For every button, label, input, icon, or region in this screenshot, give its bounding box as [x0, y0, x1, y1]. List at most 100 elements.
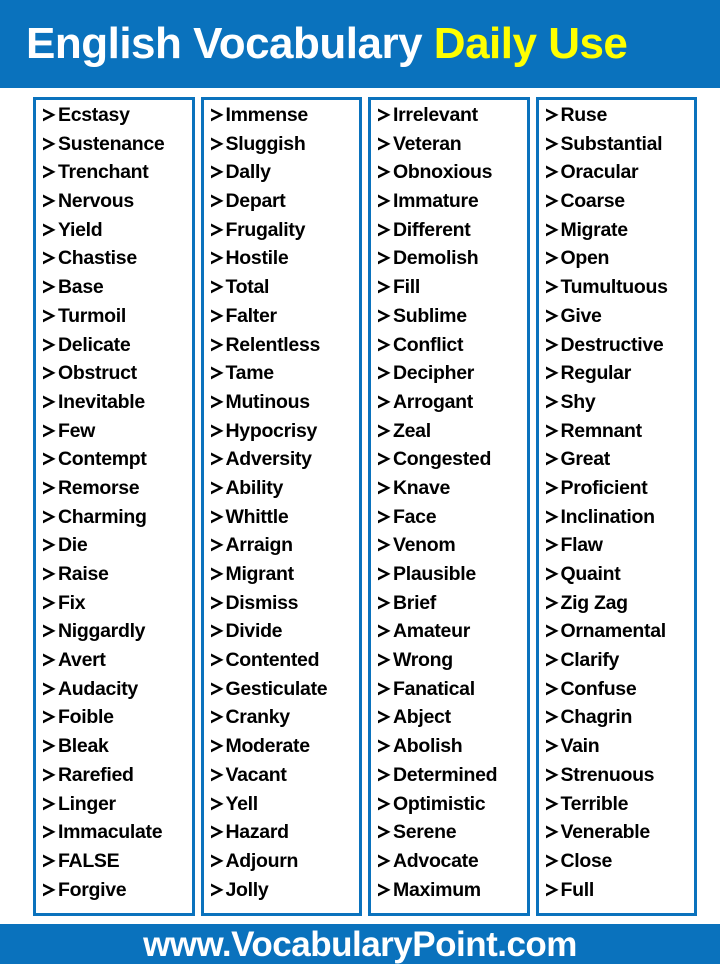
- arrow-bullet-icon: [42, 165, 57, 179]
- word-row: Foible: [42, 708, 192, 737]
- word-row: Plausible: [377, 565, 527, 594]
- word-row: Arraign: [210, 536, 360, 565]
- word-label: Total: [225, 278, 270, 299]
- word-label: Proficient: [560, 478, 648, 499]
- word-label: Moderate: [225, 737, 311, 758]
- arrow-bullet-icon: [42, 825, 57, 839]
- word-label: Mutinous: [225, 392, 311, 413]
- word-label: Fill: [393, 278, 420, 299]
- arrow-bullet-icon: [42, 223, 57, 237]
- word-row: Determined: [377, 766, 527, 795]
- word-row: Obnoxious: [377, 163, 527, 192]
- word-row: Inevitable: [42, 393, 192, 422]
- arrow-bullet-icon: [210, 251, 225, 265]
- word-row: Migrate: [545, 221, 695, 250]
- word-label: Yell: [225, 794, 259, 815]
- word-label: Vain: [560, 737, 600, 758]
- word-row: Give: [545, 307, 695, 336]
- word-label: Cranky: [225, 708, 291, 729]
- arrow-bullet-icon: [42, 395, 57, 409]
- arrow-bullet-icon: [210, 710, 225, 724]
- word-label: Chastise: [58, 249, 137, 270]
- word-label: Immature: [393, 192, 479, 213]
- arrow-bullet-icon: [42, 137, 57, 151]
- word-label: Abject: [393, 708, 451, 729]
- arrow-bullet-icon: [377, 165, 392, 179]
- word-label: Migrate: [560, 220, 629, 241]
- arrow-bullet-icon: [210, 338, 225, 352]
- arrow-bullet-icon: [545, 825, 560, 839]
- word-label: Congested: [393, 450, 492, 471]
- word-label: Contented: [225, 651, 320, 672]
- word-label: Demolish: [393, 249, 479, 270]
- word-row: Strenuous: [545, 766, 695, 795]
- word-label: Dally: [225, 163, 271, 184]
- word-label: Conflict: [393, 335, 464, 356]
- word-label: Remorse: [58, 478, 140, 499]
- arrow-bullet-icon: [42, 883, 57, 897]
- arrow-bullet-icon: [377, 338, 392, 352]
- arrow-bullet-icon: [42, 108, 57, 122]
- arrow-bullet-icon: [545, 452, 560, 466]
- arrow-bullet-icon: [545, 194, 560, 208]
- word-label: Confuse: [560, 679, 637, 700]
- word-row: Falter: [210, 307, 360, 336]
- word-row: Contented: [210, 651, 360, 680]
- word-label: Fix: [58, 593, 86, 614]
- arrow-bullet-icon: [545, 366, 560, 380]
- word-row: Immense: [210, 106, 360, 135]
- word-row: Arrogant: [377, 393, 527, 422]
- word-label: Forgive: [58, 880, 127, 901]
- arrow-bullet-icon: [210, 481, 225, 495]
- word-label: Sluggish: [225, 134, 306, 155]
- word-label: Linger: [58, 794, 116, 815]
- arrow-bullet-icon: [210, 768, 225, 782]
- word-row: Remnant: [545, 422, 695, 451]
- word-row: Fill: [377, 278, 527, 307]
- arrow-bullet-icon: [42, 567, 57, 581]
- word-label: Veteran: [393, 134, 462, 155]
- word-row: Few: [42, 422, 192, 451]
- word-label: Hazard: [225, 823, 290, 844]
- word-row: Whittle: [210, 508, 360, 537]
- word-row: Mutinous: [210, 393, 360, 422]
- word-row: Nervous: [42, 192, 192, 221]
- word-label: Adversity: [225, 450, 312, 471]
- footer-band: www.VocabularyPoint.com: [0, 924, 720, 964]
- word-row: Maximum: [377, 881, 527, 910]
- word-label: Obstruct: [58, 364, 137, 385]
- word-label: Adjourn: [225, 851, 299, 872]
- arrow-bullet-icon: [545, 538, 560, 552]
- arrow-bullet-icon: [545, 108, 560, 122]
- arrow-bullet-icon: [545, 567, 560, 581]
- arrow-bullet-icon: [377, 567, 392, 581]
- word-row: Decipher: [377, 364, 527, 393]
- word-row: Different: [377, 221, 527, 250]
- arrow-bullet-icon: [377, 452, 392, 466]
- word-row: Quaint: [545, 565, 695, 594]
- word-row: Trenchant: [42, 163, 192, 192]
- word-row: Rarefied: [42, 766, 192, 795]
- arrow-bullet-icon: [545, 883, 560, 897]
- arrow-bullet-icon: [42, 739, 57, 753]
- word-label: Arraign: [225, 536, 294, 557]
- word-row: Great: [545, 450, 695, 479]
- word-row: Irrelevant: [377, 106, 527, 135]
- arrow-bullet-icon: [42, 624, 57, 638]
- arrow-bullet-icon: [545, 395, 560, 409]
- word-row: Chastise: [42, 249, 192, 278]
- word-row: Coarse: [545, 192, 695, 221]
- arrow-bullet-icon: [377, 653, 392, 667]
- word-label: Inclination: [560, 507, 656, 528]
- word-label: Hostile: [225, 249, 289, 270]
- word-row: Conflict: [377, 336, 527, 365]
- word-row: Hostile: [210, 249, 360, 278]
- word-row: Audacity: [42, 680, 192, 709]
- word-label: Ability: [225, 478, 284, 499]
- word-label: Contempt: [58, 450, 147, 471]
- word-row: Abject: [377, 708, 527, 737]
- word-row: Dally: [210, 163, 360, 192]
- word-label: Turmoil: [58, 306, 126, 327]
- arrow-bullet-icon: [377, 309, 392, 323]
- word-row: Hazard: [210, 823, 360, 852]
